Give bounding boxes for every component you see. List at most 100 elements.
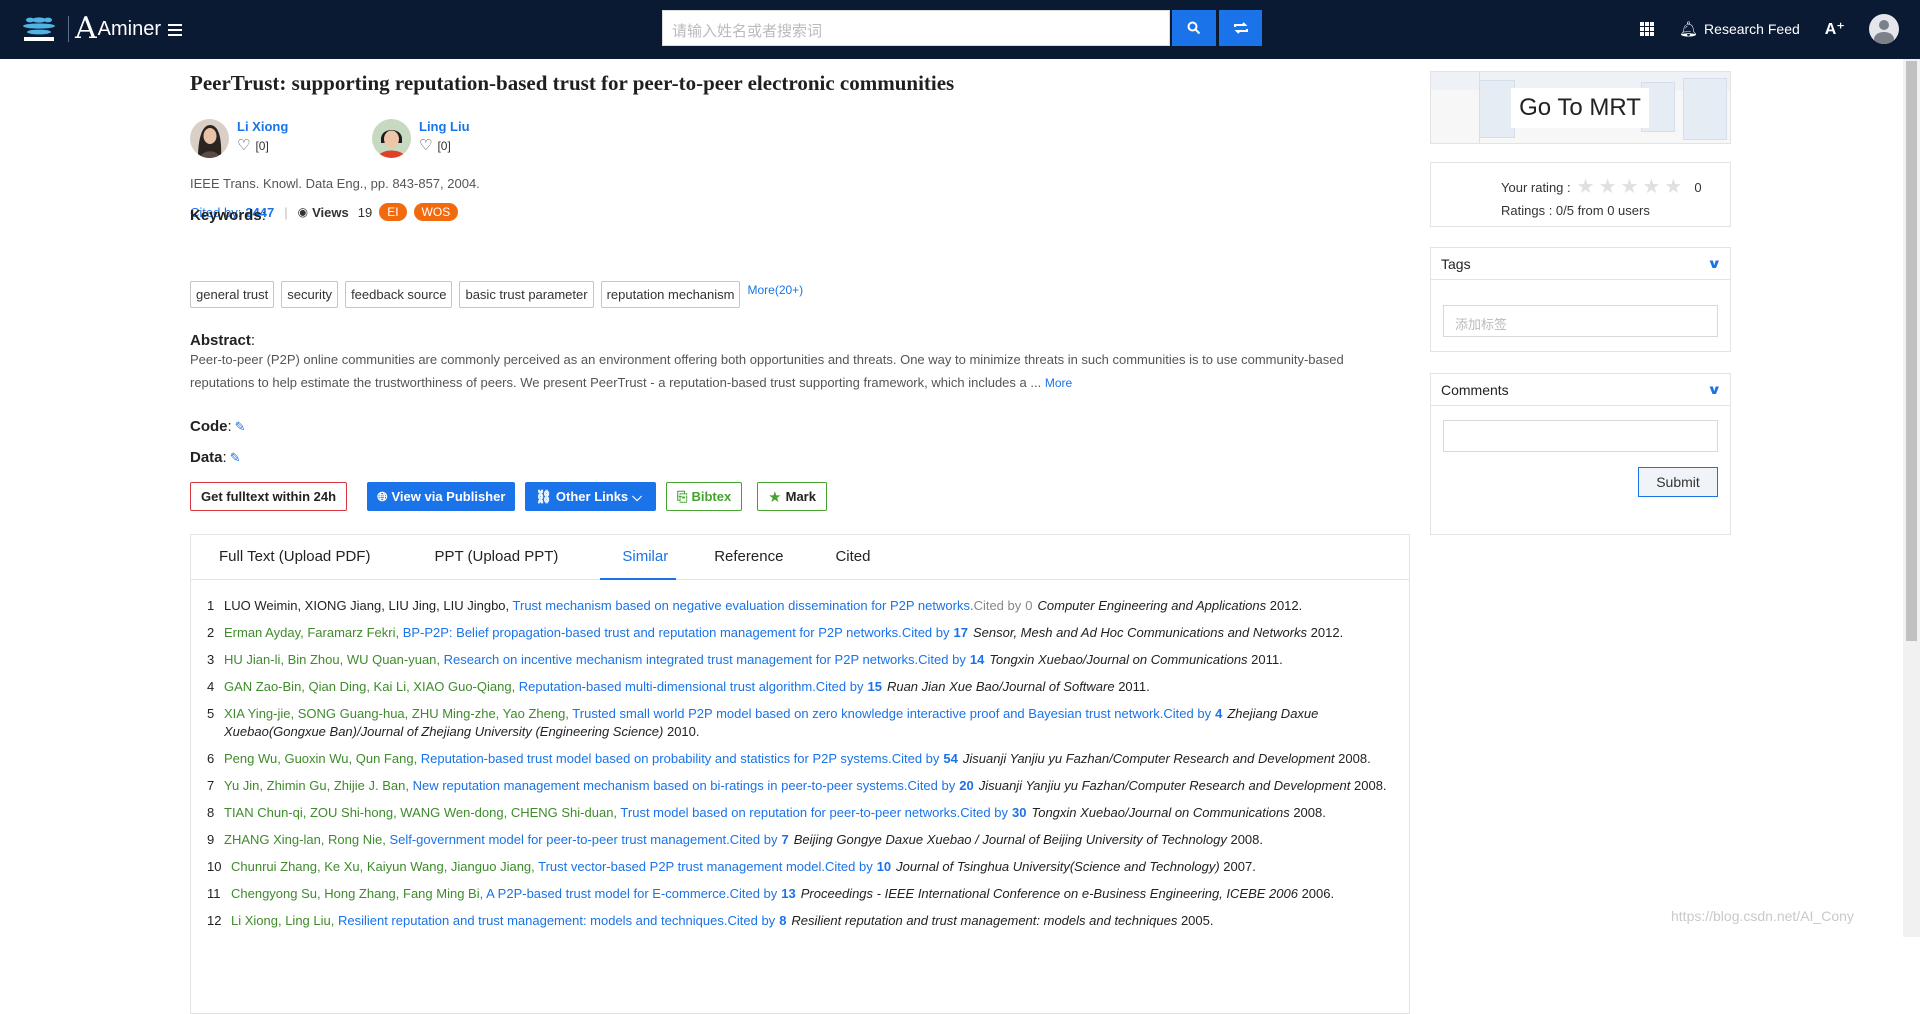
- abstract-more-link[interactable]: More: [1045, 376, 1072, 390]
- keywords-more-link[interactable]: More(20+): [747, 283, 803, 297]
- item-title-link[interactable]: Self-government model for peer-to-peer t…: [389, 832, 729, 847]
- aminer-logo[interactable]: A Aminer: [75, 14, 161, 44]
- action-buttons: Get fulltext within 24h 🌐︎ View via Publi…: [190, 482, 847, 511]
- star-icon[interactable]: ★: [1621, 177, 1639, 197]
- heart-icon[interactable]: ♡: [419, 138, 432, 153]
- item-title-link[interactable]: New reputation management mechanism base…: [413, 778, 908, 793]
- author-photo[interactable]: [372, 119, 411, 158]
- switch-search-button[interactable]: [1219, 10, 1262, 46]
- item-cited-by: Cited by: [960, 805, 1008, 820]
- edit-icon[interactable]: ✎: [230, 450, 241, 465]
- item-cited-count[interactable]: 0: [1025, 598, 1032, 613]
- item-cited-count[interactable]: 8: [779, 913, 786, 928]
- item-year: 2008.: [1289, 805, 1326, 820]
- tags-header[interactable]: Tags ∨: [1431, 248, 1730, 280]
- get-fulltext-button[interactable]: Get fulltext within 24h: [190, 482, 348, 511]
- item-authors[interactable]: ZHANG Xing-lan, Rong Nie,: [224, 832, 389, 847]
- keyword-tag[interactable]: general trust: [190, 281, 275, 308]
- author-card[interactable]: Ling Liu ♡ [0]: [372, 119, 470, 158]
- keyword-tag[interactable]: security: [281, 281, 339, 308]
- item-authors[interactable]: Erman Ayday, Faramarz Fekri,: [224, 625, 403, 640]
- edit-icon[interactable]: ✎: [235, 419, 246, 434]
- tab-full-text[interactable]: Full Text (Upload PDF): [191, 535, 396, 579]
- item-title-link[interactable]: Resilient reputation and trust managemen…: [338, 913, 728, 928]
- search-input[interactable]: 请输入姓名或者搜索词: [662, 10, 1170, 46]
- item-authors[interactable]: Yu Jin, Zhimin Gu, Zhijie J. Ban,: [224, 778, 413, 793]
- search-button[interactable]: [1172, 10, 1216, 46]
- tab-reference[interactable]: Reference: [692, 535, 809, 579]
- tab-similar[interactable]: Similar: [584, 535, 692, 580]
- item-cited-count[interactable]: 30: [1012, 805, 1026, 820]
- user-avatar-icon[interactable]: [1868, 14, 1899, 44]
- item-number: 6: [207, 751, 215, 766]
- submit-button[interactable]: Submit: [1638, 467, 1718, 497]
- item-cited-count[interactable]: 4: [1215, 706, 1222, 721]
- comments-header[interactable]: Comments ∨: [1431, 374, 1730, 406]
- item-cited-count[interactable]: 14: [970, 652, 984, 667]
- item-authors[interactable]: GAN Zao-Bin, Qian Ding, Kai Li, XIAO Guo…: [224, 679, 519, 694]
- item-cited-count[interactable]: 54: [943, 751, 957, 766]
- author-likes[interactable]: ♡ [0]: [419, 138, 470, 153]
- author-card[interactable]: Li Xiong ♡ [0]: [190, 119, 288, 158]
- item-title-link[interactable]: A P2P-based trust model for E-commerce.: [486, 886, 729, 901]
- item-title-link[interactable]: Trusted small world P2P model based on z…: [572, 706, 1163, 721]
- acemap-logo[interactable]: [20, 14, 58, 44]
- item-authors[interactable]: Peng Wu, Guoxin Wu, Qun Fang,: [224, 751, 421, 766]
- heart-icon[interactable]: ♡: [237, 138, 250, 153]
- author-name[interactable]: Li Xiong: [237, 119, 288, 134]
- item-authors[interactable]: LUO Weimin, XIONG Jiang, LIU Jing, LIU J…: [224, 598, 513, 613]
- keyword-tag[interactable]: feedback source: [345, 281, 453, 308]
- item-title-link[interactable]: Reputation-based trust model based on pr…: [421, 751, 892, 766]
- tab-cited[interactable]: Cited: [809, 535, 896, 579]
- star-icon[interactable]: ★: [1577, 177, 1595, 197]
- page-scrollbar[interactable]: [1903, 59, 1920, 937]
- other-links-button[interactable]: ⛓︎ Other Links ⌵: [525, 482, 657, 511]
- star-icon[interactable]: ★: [1642, 177, 1660, 197]
- item-authors[interactable]: XIA Ying-jie, SONG Guang-hua, ZHU Ming-z…: [224, 706, 572, 721]
- item-title-link[interactable]: Research on incentive mechanism integrat…: [444, 652, 919, 667]
- item-authors[interactable]: TIAN Chun-qi, ZOU Shi-hong, WANG Wen-don…: [224, 805, 620, 820]
- view-publisher-button[interactable]: 🌐︎ View via Publisher: [367, 482, 516, 511]
- item-cited-count[interactable]: 17: [954, 625, 968, 640]
- item-authors[interactable]: Chengyong Su, Hong Zhang, Fang Ming Bi,: [231, 886, 486, 901]
- item-cited-count[interactable]: 7: [782, 832, 789, 847]
- author-likes[interactable]: ♡ [0]: [237, 138, 288, 153]
- item-authors[interactable]: HU Jian-li, Bin Zhou, WU Quan-yuan,: [224, 652, 444, 667]
- item-title-link[interactable]: Reputation-based multi-dimensional trust…: [519, 679, 816, 694]
- item-title-link[interactable]: Trust vector-based P2P trust management …: [538, 859, 825, 874]
- item-cited-count[interactable]: 20: [959, 778, 973, 793]
- item-journal: Jisuanji Yanjiu yu Fazhan/Computer Resea…: [962, 751, 1335, 766]
- author-photo[interactable]: [190, 119, 229, 158]
- logo-area[interactable]: A Aminer: [20, 12, 161, 46]
- apps-grid-icon[interactable]: [1640, 22, 1654, 36]
- author-name[interactable]: Ling Liu: [419, 119, 470, 134]
- item-cited-count[interactable]: 10: [877, 859, 891, 874]
- research-feed-link[interactable]: 🔔︎ Research Feed: [1679, 20, 1800, 38]
- scrollbar-thumb[interactable]: [1906, 61, 1917, 641]
- star-icon[interactable]: ★: [1664, 177, 1682, 197]
- keyword-tag[interactable]: basic trust parameter: [459, 281, 594, 308]
- item-authors[interactable]: Chunrui Zhang, Ke Xu, Kaiyun Wang, Jiang…: [231, 859, 538, 874]
- rating-stars[interactable]: ★ ★ ★ ★ ★: [1577, 177, 1687, 197]
- item-authors[interactable]: Li Xiong, Ling Liu,: [231, 913, 338, 928]
- tab-ppt[interactable]: PPT (Upload PPT): [396, 535, 584, 579]
- item-title-link[interactable]: BP-P2P: Belief propagation-based trust a…: [403, 625, 902, 640]
- comment-input[interactable]: [1443, 420, 1718, 452]
- comments-panel: Comments ∨ Submit: [1430, 373, 1731, 535]
- bibtex-button[interactable]: ⎘ Bibtex: [666, 482, 743, 511]
- chevron-down-icon[interactable]: ∨: [1707, 382, 1722, 398]
- keyword-tag[interactable]: reputation mechanism: [600, 281, 741, 308]
- star-icon[interactable]: ★: [1599, 177, 1617, 197]
- item-cited-count[interactable]: 13: [781, 886, 795, 901]
- chevron-down-icon[interactable]: ∨: [1707, 256, 1722, 272]
- menu-icon[interactable]: [168, 24, 182, 36]
- item-title-link[interactable]: Trust mechanism based on negative evalua…: [513, 598, 974, 613]
- item-title-link[interactable]: Trust model based on reputation for peer…: [620, 805, 960, 820]
- mrt-label[interactable]: Go To MRT: [1511, 88, 1649, 128]
- item-cited-count[interactable]: 15: [867, 679, 881, 694]
- tag-input[interactable]: 添加标签: [1443, 305, 1718, 337]
- views-count: 19: [357, 204, 373, 220]
- mark-button[interactable]: ★ Mark: [757, 482, 827, 511]
- go-to-mrt-banner[interactable]: Go To MRT: [1430, 71, 1731, 144]
- translate-icon[interactable]: A⁺: [1825, 19, 1845, 39]
